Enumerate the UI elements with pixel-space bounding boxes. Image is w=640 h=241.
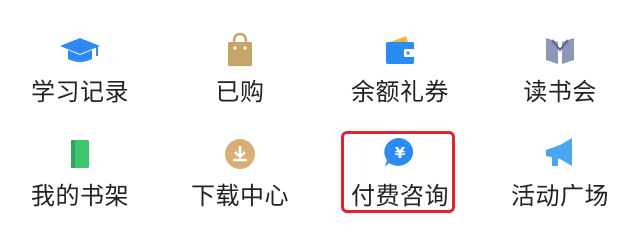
download-icon <box>218 134 262 174</box>
megaphone-icon <box>538 134 582 174</box>
yuan-chat-icon: ¥ <box>378 134 422 174</box>
menu-item-my-bookshelf[interactable]: 我的书架 <box>0 112 160 212</box>
menu-item-label: 下载中心 <box>191 182 289 210</box>
menu-item-label: 学习记录 <box>31 78 129 106</box>
shopping-bag-icon <box>218 30 262 70</box>
book-club-icon <box>538 30 582 70</box>
menu-item-label: 我的书架 <box>31 182 129 210</box>
wallet-icon <box>378 30 422 70</box>
menu-item-study-record[interactable]: 学习记录 <box>0 8 160 108</box>
menu-item-label: 活动广场 <box>511 182 609 210</box>
book-icon <box>58 134 102 174</box>
svg-text:¥: ¥ <box>395 144 406 162</box>
menu-item-download-center[interactable]: 下载中心 <box>160 112 320 212</box>
menu-item-balance-coupons[interactable]: 余额礼券 <box>320 8 480 108</box>
menu-grid: 学习记录 已购 余额礼券 读书会 我的书架 下载中心 ¥ 付费咨询 活动广场 <box>0 0 640 241</box>
graduation-cap-icon <box>58 30 102 70</box>
menu-item-label: 已购 <box>215 78 265 106</box>
menu-item-purchased[interactable]: 已购 <box>160 8 320 108</box>
menu-item-label: 余额礼券 <box>351 78 449 106</box>
menu-item-label: 付费咨询 <box>351 182 449 210</box>
menu-item-book-club[interactable]: 读书会 <box>480 8 640 108</box>
menu-item-activity-square[interactable]: 活动广场 <box>480 112 640 212</box>
menu-item-label: 读书会 <box>523 78 597 106</box>
menu-item-paid-consulting[interactable]: ¥ 付费咨询 <box>320 112 480 212</box>
